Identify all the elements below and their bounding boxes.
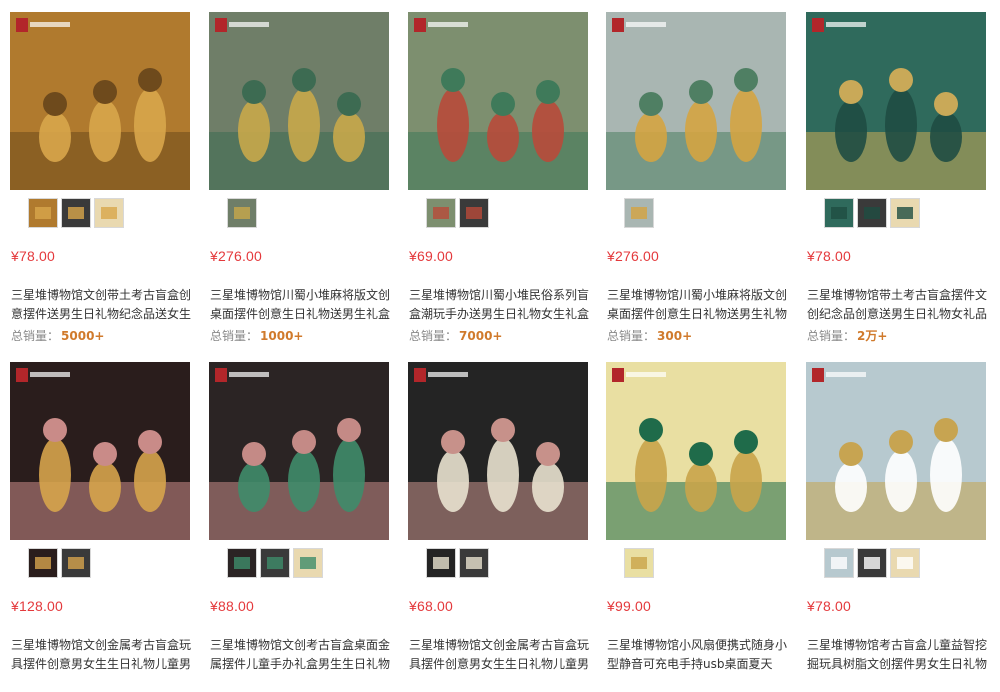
product-price: ¥78.00	[807, 248, 852, 264]
product-price: ¥78.00	[807, 598, 852, 614]
product-card[interactable]: ¥78.00 三星堆博物馆带土考古盲盒摆件文创纪念品创意送男生日礼物女礼品 总销量：…	[806, 12, 987, 344]
product-image[interactable]	[806, 12, 986, 190]
thumbnail-strip	[426, 548, 489, 582]
product-image[interactable]	[806, 362, 986, 540]
product-title[interactable]: 三星堆博物馆川蜀小堆麻将版文创桌面摆件创意生日礼物送男生礼物	[607, 286, 787, 326]
product-card[interactable]: ¥78.00 三星堆博物馆考古盲盒儿童益智挖掘玩具树脂文创摆件男女生日礼物	[806, 362, 987, 692]
product-image[interactable]	[606, 362, 786, 540]
variant-thumbnail[interactable]	[459, 548, 489, 578]
sales-count: 总销量： 1000+	[210, 327, 303, 344]
thumbnail-strip	[227, 198, 257, 232]
product-title[interactable]: 三星堆博物馆文创考古盲盒桌面金属摆件儿童手办礼盒男生生日礼物	[210, 636, 390, 676]
product-image[interactable]	[408, 12, 588, 190]
sales-value: 1000+	[260, 329, 304, 343]
variant-thumbnail[interactable]	[824, 548, 854, 578]
sales-label: 总销量：	[607, 329, 656, 343]
product-title[interactable]: 三星堆博物馆文创金属考古盲盒玩具摆件创意男女生生日礼物儿童男女	[409, 636, 589, 676]
variant-thumbnail[interactable]	[857, 548, 887, 578]
thumbnail-strip	[28, 198, 124, 232]
product-title[interactable]: 三星堆博物馆川蜀小堆麻将版文创桌面摆件创意生日礼物送男生礼盒	[210, 286, 390, 326]
product-price: ¥276.00	[210, 248, 263, 264]
thumbnail-strip	[624, 548, 654, 582]
variant-thumbnail[interactable]	[624, 198, 654, 228]
product-image[interactable]	[209, 12, 389, 190]
variant-thumbnail[interactable]	[94, 198, 124, 228]
product-price: ¥276.00	[607, 248, 660, 264]
product-card[interactable]: ¥276.00 三星堆博物馆川蜀小堆麻将版文创桌面摆件创意生日礼物送男生礼盒 总销量…	[209, 12, 390, 344]
product-title[interactable]: 三星堆博物馆小风扇便携式随身小型静音可充电手持usb桌面夏天	[607, 636, 787, 676]
product-image[interactable]	[606, 12, 786, 190]
sales-value: 2万+	[857, 329, 888, 343]
variant-thumbnail[interactable]	[227, 198, 257, 228]
product-price: ¥128.00	[11, 598, 64, 614]
sales-count: 总销量： 300+	[607, 327, 692, 344]
product-image[interactable]	[10, 12, 190, 190]
product-card[interactable]: ¥99.00 三星堆博物馆小风扇便携式随身小型静音可充电手持usb桌面夏天	[606, 362, 787, 692]
product-card[interactable]: ¥68.00 三星堆博物馆文创金属考古盲盒玩具摆件创意男女生生日礼物儿童男女	[408, 362, 589, 692]
product-title[interactable]: 三星堆博物馆文创金属考古盲盒玩具摆件创意男女生生日礼物儿童男女	[11, 636, 191, 676]
sales-count: 总销量： 2万+	[807, 327, 887, 344]
sales-value: 5000+	[61, 329, 105, 343]
variant-thumbnail[interactable]	[28, 548, 58, 578]
product-price: ¥68.00	[409, 598, 454, 614]
variant-thumbnail[interactable]	[28, 198, 58, 228]
product-price: ¥88.00	[210, 598, 255, 614]
variant-thumbnail[interactable]	[61, 548, 91, 578]
variant-thumbnail[interactable]	[857, 198, 887, 228]
thumbnail-strip	[824, 548, 920, 582]
product-card[interactable]: ¥276.00 三星堆博物馆川蜀小堆麻将版文创桌面摆件创意生日礼物送男生礼物 总销量…	[606, 12, 787, 344]
product-image[interactable]	[10, 362, 190, 540]
product-price: ¥99.00	[607, 598, 652, 614]
sales-label: 总销量：	[807, 329, 856, 343]
product-price: ¥78.00	[11, 248, 56, 264]
product-title[interactable]: 三星堆博物馆考古盲盒儿童益智挖掘玩具树脂文创摆件男女生日礼物	[807, 636, 987, 676]
product-title[interactable]: 三星堆博物馆带土考古盲盒摆件文创纪念品创意送男生日礼物女礼品	[807, 286, 987, 326]
variant-thumbnail[interactable]	[426, 198, 456, 228]
product-title[interactable]: 三星堆博物馆川蜀小堆民俗系列盲盒潮玩手办送男生日礼物女生礼盒	[409, 286, 589, 326]
thumbnail-strip	[227, 548, 323, 582]
thumbnail-strip	[426, 198, 489, 232]
variant-thumbnail[interactable]	[227, 548, 257, 578]
sales-label: 总销量：	[210, 329, 259, 343]
product-price: ¥69.00	[409, 248, 454, 264]
variant-thumbnail[interactable]	[260, 548, 290, 578]
product-card[interactable]: ¥88.00 三星堆博物馆文创考古盲盒桌面金属摆件儿童手办礼盒男生生日礼物	[209, 362, 390, 692]
thumbnail-strip	[28, 548, 91, 582]
variant-thumbnail[interactable]	[824, 198, 854, 228]
product-card[interactable]: ¥78.00 三星堆博物馆文创带土考古盲盒创意摆件送男生日礼物纪念品送女生 总销量：…	[10, 12, 191, 344]
sales-count: 总销量： 5000+	[11, 327, 104, 344]
thumbnail-strip	[624, 198, 654, 232]
product-card[interactable]: ¥128.00 三星堆博物馆文创金属考古盲盒玩具摆件创意男女生生日礼物儿童男女	[10, 362, 191, 692]
product-image[interactable]	[209, 362, 389, 540]
variant-thumbnail[interactable]	[459, 198, 489, 228]
variant-thumbnail[interactable]	[624, 548, 654, 578]
product-card[interactable]: ¥69.00 三星堆博物馆川蜀小堆民俗系列盲盒潮玩手办送男生日礼物女生礼盒 总销量：…	[408, 12, 589, 344]
variant-thumbnail[interactable]	[61, 198, 91, 228]
variant-thumbnail[interactable]	[293, 548, 323, 578]
product-title[interactable]: 三星堆博物馆文创带土考古盲盒创意摆件送男生日礼物纪念品送女生	[11, 286, 191, 326]
variant-thumbnail[interactable]	[890, 198, 920, 228]
product-image[interactable]	[408, 362, 588, 540]
product-grid: ¥78.00 三星堆博物馆文创带土考古盲盒创意摆件送男生日礼物纪念品送女生 总销量：…	[0, 0, 1000, 671]
variant-thumbnail[interactable]	[890, 548, 920, 578]
sales-value: 300+	[657, 329, 693, 343]
variant-thumbnail[interactable]	[426, 548, 456, 578]
sales-label: 总销量：	[11, 329, 60, 343]
sales-value: 7000+	[459, 329, 503, 343]
thumbnail-strip	[824, 198, 920, 232]
sales-count: 总销量： 7000+	[409, 327, 502, 344]
sales-label: 总销量：	[409, 329, 458, 343]
